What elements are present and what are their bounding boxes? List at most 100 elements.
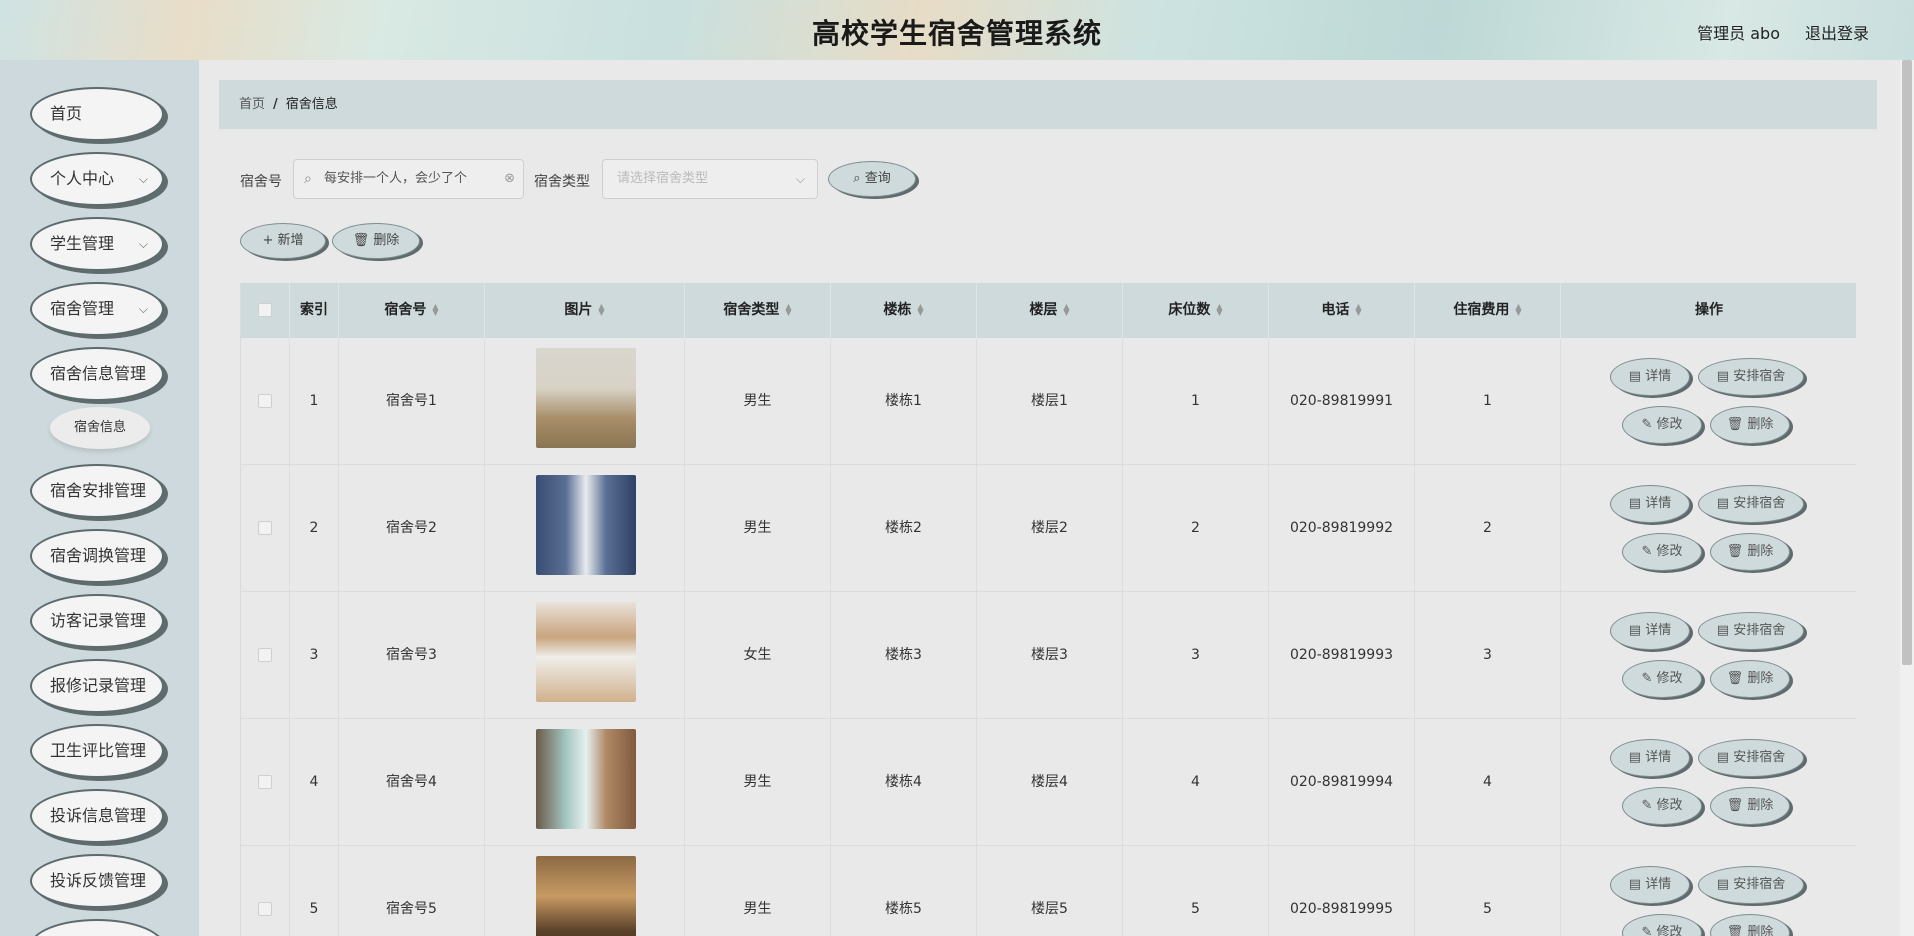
detail-button[interactable]: ▤ 详情 bbox=[1610, 358, 1690, 396]
sidebar-item-repairs[interactable]: 报修记录管理 bbox=[30, 659, 164, 713]
detail-button[interactable]: ▤ 详情 bbox=[1610, 612, 1690, 650]
cell-building: 楼栋5 bbox=[831, 846, 977, 936]
delete-button[interactable]: 🗑 删除 bbox=[1710, 787, 1790, 825]
sidebar-item-dorm-info[interactable]: 宿舍信息管理 bbox=[30, 347, 164, 401]
header-ops: 操作 bbox=[1695, 302, 1723, 318]
row-checkbox[interactable] bbox=[258, 902, 272, 916]
row-checkbox[interactable] bbox=[258, 394, 272, 408]
arrange-dorm-button[interactable]: ▤ 安排宿舍 bbox=[1698, 358, 1804, 396]
delete-button[interactable]: 🗑 删除 bbox=[1710, 533, 1790, 571]
sort-icon: ▲ ▼ bbox=[432, 302, 439, 317]
sidebar-item-feedback[interactable]: 投诉反馈管理 bbox=[30, 854, 164, 908]
room-search-input[interactable]: ⌕ 每安排一个人，会少了个 ⊗ bbox=[293, 159, 524, 199]
plus-icon: + bbox=[262, 233, 278, 248]
header-phone[interactable]: 电话 ▲ ▼ bbox=[1269, 283, 1415, 338]
dorm-photo[interactable] bbox=[536, 348, 636, 448]
document-icon: ▤ bbox=[1628, 369, 1646, 384]
dorm-photo[interactable] bbox=[536, 856, 636, 936]
breadcrumb: 首页 / 宿舍信息 bbox=[219, 80, 1877, 129]
sort-icon: ▲ ▼ bbox=[785, 302, 792, 317]
sidebar-item-more[interactable] bbox=[30, 919, 164, 936]
chevron-down-icon: ⌵ bbox=[138, 237, 148, 251]
arrange-label: 安排宿舍 bbox=[1733, 623, 1786, 638]
header-floor[interactable]: 楼层 ▲ ▼ bbox=[977, 283, 1123, 338]
header-fee[interactable]: 住宿费用 ▲ ▼ bbox=[1415, 283, 1561, 338]
sidebar-item-profile[interactable]: 个人中心 ⌵ bbox=[30, 152, 164, 206]
arrange-dorm-button[interactable]: ▤ 安排宿舍 bbox=[1698, 739, 1804, 777]
trash-icon: 🗑 bbox=[352, 233, 374, 248]
sidebar-item-complaints[interactable]: 投诉信息管理 bbox=[30, 789, 164, 843]
row-checkbox[interactable] bbox=[258, 521, 272, 535]
header-building[interactable]: 楼栋 ▲ ▼ bbox=[831, 283, 977, 338]
edit-button[interactable]: ✎ 修改 bbox=[1622, 787, 1702, 825]
arrange-dorm-button[interactable]: ▤ 安排宿舍 bbox=[1698, 485, 1804, 523]
row-checkbox[interactable] bbox=[258, 648, 272, 662]
row-select-cell bbox=[241, 465, 290, 591]
current-user: 管理员 abo bbox=[1697, 24, 1780, 43]
cell-type: 男生 bbox=[685, 338, 831, 464]
cell-beds: 4 bbox=[1123, 719, 1269, 845]
type-select[interactable]: 请选择宿舍类型 ⌵ bbox=[602, 159, 818, 199]
edit-icon: ✎ bbox=[1641, 544, 1657, 559]
trash-icon: 🗑 bbox=[1726, 798, 1748, 813]
header-beds[interactable]: 床位数 ▲ ▼ bbox=[1123, 283, 1269, 338]
detail-label: 详情 bbox=[1645, 623, 1672, 638]
edit-icon: ✎ bbox=[1641, 671, 1657, 686]
edit-button[interactable]: ✎ 修改 bbox=[1622, 533, 1702, 571]
dorm-photo[interactable] bbox=[536, 602, 636, 702]
sidebar-item-swap[interactable]: 宿舍调换管理 bbox=[30, 529, 164, 583]
dorm-photo[interactable] bbox=[536, 729, 636, 829]
edit-button[interactable]: ✎ 修改 bbox=[1622, 406, 1702, 444]
document-icon: ▤ bbox=[1628, 496, 1646, 511]
page-scrollbar[interactable] bbox=[1900, 60, 1914, 936]
cell-floor: 楼层3 bbox=[977, 592, 1123, 718]
sidebar-item-dorms[interactable]: 宿舍管理 ⌵ bbox=[30, 282, 164, 336]
cell-building: 楼栋2 bbox=[831, 465, 977, 591]
header-type[interactable]: 宿舍类型 ▲ ▼ bbox=[685, 283, 831, 338]
sidebar-item-visitors[interactable]: 访客记录管理 bbox=[30, 594, 164, 648]
header-building-label: 楼栋 bbox=[883, 302, 912, 318]
header-image[interactable]: 图片 ▲ ▼ bbox=[485, 283, 685, 338]
delete-button[interactable]: 🗑 删除 bbox=[1710, 406, 1790, 444]
arrange-dorm-button[interactable]: ▤ 安排宿舍 bbox=[1698, 612, 1804, 650]
dorm-table: 索引 宿舍号 ▲ ▼ 图片 ▲ ▼ 宿舍类型 ▲ ▼ 楼栋 ▲ ▼ 楼层 ▲ ▼ 床位数 ▲ ▼ 电话 ▲… bbox=[240, 283, 1856, 936]
cell-index: 5 bbox=[290, 846, 339, 936]
sidebar-item-arrangement[interactable]: 宿舍安排管理 bbox=[30, 464, 164, 518]
delete-button[interactable]: 🗑 删除 bbox=[1710, 660, 1790, 698]
cell-fee: 4 bbox=[1415, 719, 1561, 845]
sidebar-item-hygiene[interactable]: 卫生评比管理 bbox=[30, 724, 164, 778]
row-checkbox[interactable] bbox=[258, 775, 272, 789]
breadcrumb-home[interactable]: 首页 bbox=[239, 97, 265, 112]
dorm-photo[interactable] bbox=[536, 475, 636, 575]
cell-floor: 楼层5 bbox=[977, 846, 1123, 936]
sidebar-item-students[interactable]: 学生管理 ⌵ bbox=[30, 217, 164, 271]
batch-delete-button[interactable]: 🗑 删除 bbox=[332, 223, 420, 259]
edit-label: 修改 bbox=[1656, 544, 1683, 559]
arrange-dorm-button[interactable]: ▤ 安排宿舍 bbox=[1698, 866, 1804, 904]
query-button[interactable]: ⌕ 查询 bbox=[828, 161, 916, 197]
add-button[interactable]: + 新增 bbox=[240, 223, 326, 259]
cell-type: 男生 bbox=[685, 719, 831, 845]
table-row: 3 宿舍号3 女生 楼栋3 楼层3 3 020-89819993 3 ▤ 详情 … bbox=[241, 592, 1856, 719]
header-room[interactable]: 宿舍号 ▲ ▼ bbox=[339, 283, 485, 338]
sidebar-item-home[interactable]: 首页 bbox=[30, 87, 164, 141]
table-row: 4 宿舍号4 男生 楼栋4 楼层4 4 020-89819994 4 ▤ 详情 … bbox=[241, 719, 1856, 846]
edit-icon: ✎ bbox=[1641, 417, 1657, 432]
cell-beds: 2 bbox=[1123, 465, 1269, 591]
edit-button[interactable]: ✎ 修改 bbox=[1622, 660, 1702, 698]
sidebar-subitem-dorm-info[interactable]: 宿舍信息 bbox=[50, 407, 150, 449]
select-all-checkbox[interactable] bbox=[258, 303, 272, 317]
edit-button[interactable]: ✎ 修改 bbox=[1622, 914, 1702, 936]
room-label: 宿舍号 bbox=[240, 174, 282, 190]
detail-button[interactable]: ▤ 详情 bbox=[1610, 866, 1690, 904]
add-button-label: 新增 bbox=[277, 233, 304, 248]
delete-button[interactable]: 🗑 删除 bbox=[1710, 914, 1790, 936]
circle-close-icon[interactable]: ⊗ bbox=[504, 160, 515, 198]
scrollbar-thumb[interactable] bbox=[1902, 60, 1912, 665]
table-row: 1 宿舍号1 男生 楼栋1 楼层1 1 020-89819991 1 ▤ 详情 … bbox=[241, 338, 1856, 465]
row-select-cell bbox=[241, 592, 290, 718]
detail-button[interactable]: ▤ 详情 bbox=[1610, 739, 1690, 777]
detail-button[interactable]: ▤ 详情 bbox=[1610, 485, 1690, 523]
cell-room: 宿舍号5 bbox=[339, 846, 485, 936]
logout-link[interactable]: 退出登录 bbox=[1805, 20, 1869, 44]
